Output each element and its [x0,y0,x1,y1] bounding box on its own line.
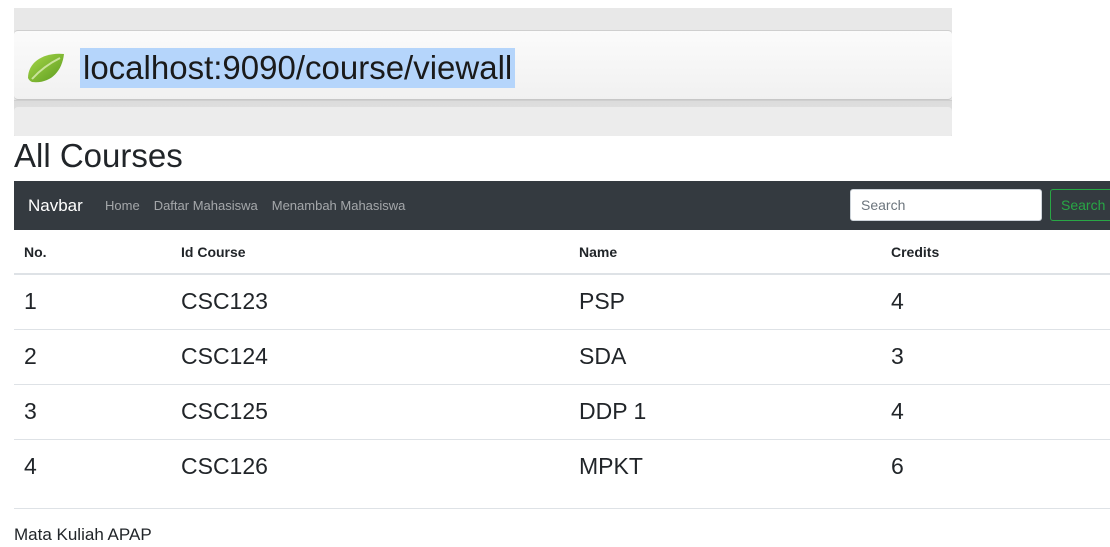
url-text[interactable]: localhost:9090/course/viewall [80,48,516,88]
cell-id-course: CSC124 [171,328,569,384]
browser-bookmarks-bar [14,100,952,136]
cell-name: SDA [569,328,881,384]
divider [14,508,1110,509]
table-row: 3 CSC125 DDP 1 4 [14,383,1110,439]
cell-no: 1 [24,288,37,315]
nav-links: Home Daftar Mahasiswa Menambah Mahasiswa [105,181,419,230]
table-row: 4 CSC126 MPKT 6 [14,438,1110,494]
search-button[interactable]: Search [1050,189,1110,221]
page-title: All Courses [14,137,183,174]
browser-tab-strip [14,8,952,30]
spring-leaf-icon [28,53,64,83]
nav-link-home[interactable]: Home [105,198,140,213]
nav-link-daftar-mahasiswa[interactable]: Daftar Mahasiswa [154,198,258,213]
cell-credits: 4 [881,383,1110,439]
cell-credits: 4 [891,288,904,315]
column-header-credits: Credits [881,230,1110,275]
table-header-row: No. Id Course Name Credits [14,230,1110,275]
cell-name: DDP 1 [569,383,881,439]
footer-text: Mata Kuliah APAP [14,525,152,544]
table-row: 1 CSC123 PSP 4 [14,274,1110,329]
cell-credits: 3 [881,328,1110,384]
column-header-no: No. [14,230,171,275]
table-row: 2 CSC124 SDA 3 [14,328,1110,384]
cell-no: 4 [14,438,171,494]
navbar: Navbar Home Daftar Mahasiswa Menambah Ma… [14,181,1110,230]
cell-name: PSP [579,288,626,315]
cell-name: MPKT [569,438,881,494]
courses-table: No. Id Course Name Credits 1 CSC123 PSP … [14,230,1110,494]
navbar-brand[interactable]: Navbar [28,181,83,230]
column-header-id-course: Id Course [171,230,569,275]
cell-id-course: CSC126 [171,438,569,494]
search-input[interactable] [850,189,1042,221]
browser-toolbar: localhost:9090/course/viewall [14,8,952,136]
cell-credits: 6 [881,438,1110,494]
cell-no: 3 [14,383,171,439]
nav-link-menambah-mahasiswa[interactable]: Menambah Mahasiswa [272,198,406,213]
column-header-name: Name [569,230,881,275]
cell-id-course: CSC123 [181,288,268,315]
address-bar[interactable]: localhost:9090/course/viewall [14,30,952,100]
cell-id-course: CSC125 [171,383,569,439]
cell-no: 2 [14,328,171,384]
